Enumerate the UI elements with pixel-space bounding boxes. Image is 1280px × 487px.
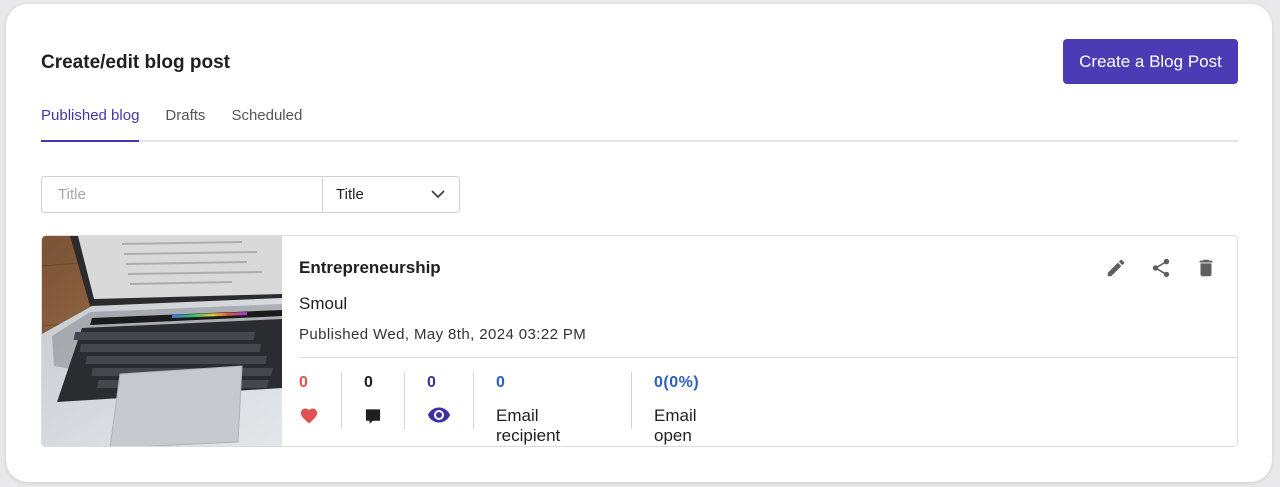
email-recipient-label: Email recipient	[496, 406, 561, 445]
search-bar: Title	[41, 176, 460, 213]
comments-count: 0	[364, 374, 373, 391]
blog-post-panel: Create/edit blog post Create a Blog Post…	[6, 4, 1272, 482]
post-thumbnail	[42, 236, 282, 446]
search-field-select-value: Title	[336, 186, 364, 203]
search-field-select[interactable]: Title	[323, 177, 459, 212]
heart-icon[interactable]	[299, 406, 319, 429]
email-open-rate-label: Email open rate(%)	[654, 406, 697, 445]
views-count: 0	[427, 374, 436, 391]
stats-divider	[299, 357, 1237, 358]
chevron-down-icon	[431, 186, 445, 203]
comment-icon[interactable]	[364, 408, 382, 430]
post-actions	[1102, 254, 1219, 281]
share-icon[interactable]	[1147, 254, 1174, 281]
page-title: Create/edit blog post	[41, 52, 230, 73]
tab-bar: Published blog Drafts Scheduled	[41, 104, 1238, 142]
post-published-date: Published Wed, May 8th, 2024 03:22 PM	[299, 326, 587, 343]
email-open-rate-stat: 0(0%) Email open rate(%)	[654, 370, 710, 445]
likes-count: 0	[299, 374, 308, 391]
stat-separator	[473, 372, 474, 429]
delete-icon[interactable]	[1192, 254, 1219, 281]
comments-stat: 0	[364, 370, 382, 430]
likes-stat: 0	[299, 370, 319, 430]
email-recipient-stat: 0 Email recipient	[496, 370, 560, 445]
email-recipient-count: 0	[496, 374, 505, 391]
create-blog-post-button[interactable]: Create a Blog Post	[1063, 39, 1238, 84]
search-input[interactable]	[42, 177, 323, 212]
blog-post-card[interactable]: Entrepreneurship Smoul Published Wed, Ma…	[41, 235, 1238, 447]
views-stat: 0	[427, 370, 451, 430]
edit-icon[interactable]	[1102, 254, 1129, 281]
tab-scheduled[interactable]: Scheduled	[231, 104, 302, 142]
stat-separator	[631, 372, 632, 429]
tab-published-blog[interactable]: Published blog	[41, 104, 140, 142]
email-open-rate-value: 0(0%)	[654, 374, 700, 391]
tab-drafts[interactable]: Drafts	[165, 104, 205, 142]
post-title[interactable]: Entrepreneurship	[299, 258, 441, 278]
stat-separator	[404, 372, 405, 429]
post-author: Smoul	[299, 294, 348, 313]
stat-separator	[341, 372, 342, 429]
eye-icon[interactable]	[427, 406, 451, 429]
